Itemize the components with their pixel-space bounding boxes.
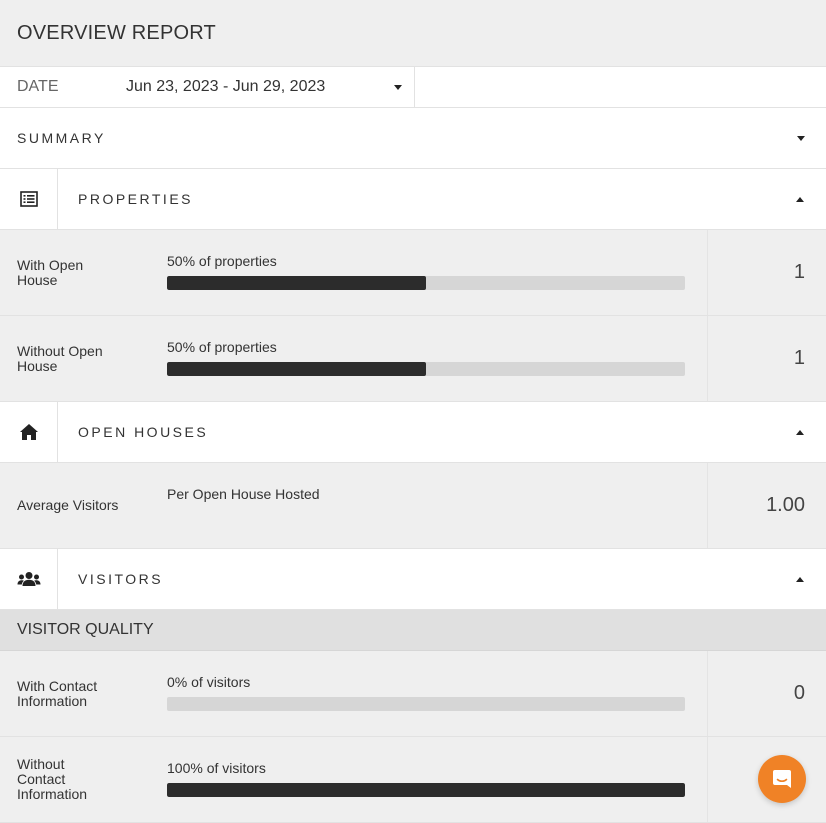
stat-row-without-open-house: Without Open House 50% of properties 1 [0, 316, 826, 402]
stat-row-with-open-house: With Open House 50% of properties 1 [0, 230, 826, 316]
stat-label: Without Contact Information [17, 756, 88, 802]
summary-section-toggle[interactable]: SUMMARY [0, 108, 826, 169]
list-icon [0, 169, 58, 229]
progress-bar [167, 697, 685, 711]
chevron-up-icon [796, 196, 804, 202]
stat-row-with-contact-info: With Contact Information 0% of visitors … [0, 651, 826, 737]
stat-label: With Contact Information [17, 677, 98, 709]
progress-fill [167, 362, 426, 376]
progress-bar [167, 783, 685, 797]
progress-fill [167, 783, 685, 797]
stat-value: 1.00 [707, 463, 826, 548]
progress-bar [167, 362, 685, 376]
stat-caption: 100% of visitors [167, 760, 266, 776]
page-title: OVERVIEW REPORT [17, 21, 216, 44]
chevron-up-icon [796, 429, 804, 435]
chat-icon [773, 770, 791, 788]
chat-launcher-button[interactable] [758, 755, 806, 803]
summary-label: SUMMARY [17, 130, 106, 146]
chevron-up-icon [796, 576, 804, 582]
date-filter-row: DATE Jun 23, 2023 - Jun 29, 2023 [0, 67, 826, 108]
stat-caption: 50% of properties [167, 339, 277, 355]
properties-label: PROPERTIES [78, 191, 193, 207]
visitor-quality-heading: VISITOR QUALITY [0, 610, 826, 651]
visitors-label: VISITORS [78, 571, 164, 587]
progress-bar [167, 276, 685, 290]
users-icon [0, 549, 58, 609]
stat-value: 0 [707, 651, 826, 736]
visitors-section-toggle[interactable]: VISITORS [0, 549, 826, 610]
chevron-down-icon [797, 135, 805, 141]
stat-caption: 50% of properties [167, 253, 277, 269]
stat-value: 1 [707, 230, 826, 315]
stat-label: With Open House [17, 256, 84, 288]
stat-row-without-contact-info: Without Contact Information 100% of visi… [0, 737, 826, 823]
progress-fill [167, 276, 426, 290]
report-header: OVERVIEW REPORT [0, 0, 826, 67]
date-range-value: Jun 23, 2023 - Jun 29, 2023 [126, 78, 326, 95]
stat-row-average-visitors: Average Visitors Per Open House Hosted 1… [0, 463, 826, 549]
stat-caption: 0% of visitors [167, 674, 251, 690]
stat-label: Without Open House [17, 342, 103, 374]
chevron-down-icon [394, 84, 402, 90]
properties-section-toggle[interactable]: PROPERTIES [0, 169, 826, 230]
stat-caption: Per Open House Hosted [167, 486, 320, 502]
date-range-select[interactable]: Jun 23, 2023 - Jun 29, 2023 [110, 67, 415, 107]
date-label: DATE [17, 78, 59, 95]
open-houses-label: OPEN HOUSES [78, 424, 209, 440]
stat-value: 1 [707, 316, 826, 401]
home-icon [0, 402, 58, 462]
open-houses-section-toggle[interactable]: OPEN HOUSES [0, 402, 826, 463]
stat-label: Average Visitors [17, 497, 119, 513]
